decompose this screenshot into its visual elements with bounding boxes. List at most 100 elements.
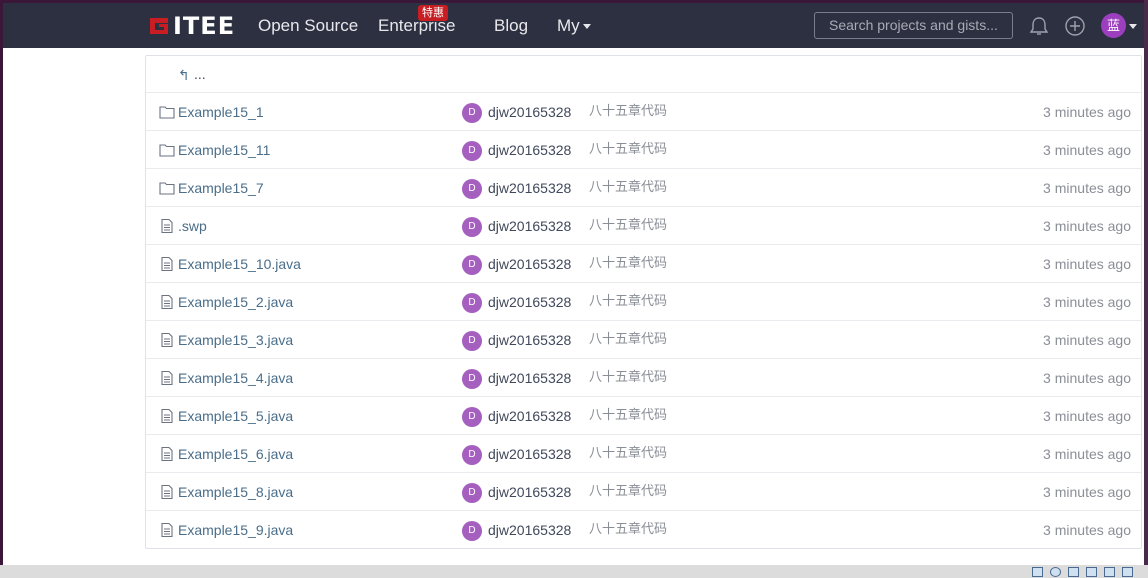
- commit-time: 3 minutes ago: [1043, 256, 1131, 272]
- file-row[interactable]: Example15_9.java Ddjw20165328 八十五章代码 3 minu…: [146, 511, 1141, 549]
- file-icon: [159, 294, 175, 310]
- commit-message[interactable]: 八十五章代码: [589, 321, 667, 359]
- file-row[interactable]: Example15_4.java Ddjw20165328 八十五章代码 3 minu…: [146, 359, 1141, 397]
- file-name-link[interactable]: Example15_7: [178, 169, 264, 207]
- commit-time: 3 minutes ago: [1043, 294, 1131, 310]
- committer-name[interactable]: djw20165328: [488, 473, 571, 511]
- committer-avatar[interactable]: D: [462, 103, 482, 123]
- committer-name[interactable]: djw20165328: [488, 283, 571, 321]
- committer-name[interactable]: djw20165328: [488, 245, 571, 283]
- file-row[interactable]: Example15_2.java Ddjw20165328 八十五章代码 3 minu…: [146, 283, 1141, 321]
- tray-icon-display[interactable]: [1122, 567, 1133, 577]
- file-row[interactable]: Example15_8.java Ddjw20165328 八十五章代码 3 minu…: [146, 473, 1141, 511]
- search-input[interactable]: Search projects and gists...: [814, 12, 1013, 39]
- commit-message[interactable]: 八十五章代码: [589, 93, 667, 131]
- bell-icon[interactable]: [1028, 15, 1050, 37]
- committer-name[interactable]: djw20165328: [488, 511, 571, 549]
- committer-name[interactable]: djw20165328: [488, 93, 571, 131]
- committer-avatar[interactable]: D: [462, 141, 482, 161]
- committer-avatar[interactable]: D: [462, 217, 482, 237]
- file-name-link[interactable]: Example15_4.java: [178, 359, 293, 397]
- commit-time: 3 minutes ago: [1043, 180, 1131, 196]
- file-name-link[interactable]: Example15_11: [178, 131, 270, 169]
- committer-name[interactable]: djw20165328: [488, 321, 571, 359]
- gitee-logo[interactable]: ITEE: [147, 12, 235, 40]
- gitee-logo-icon: [150, 18, 168, 34]
- avatar-chevron-down-icon[interactable]: [1129, 24, 1137, 29]
- committer-avatar[interactable]: D: [462, 255, 482, 275]
- committer-avatar[interactable]: D: [462, 331, 482, 351]
- committer-name[interactable]: djw20165328: [488, 397, 571, 435]
- user-avatar[interactable]: 蓝: [1101, 13, 1126, 38]
- commit-message[interactable]: 八十五章代码: [589, 245, 667, 283]
- file-row[interactable]: Example15_11 Ddjw20165328 八十五章代码 3 minutes …: [146, 131, 1141, 169]
- nav-open-source[interactable]: Open Source: [258, 3, 358, 48]
- file-name-link[interactable]: Example15_8.java: [178, 473, 293, 511]
- reply-arrow-icon: ↰: [178, 67, 190, 83]
- committer-name[interactable]: djw20165328: [488, 169, 571, 207]
- tray-icon-usb[interactable]: [1086, 567, 1097, 577]
- window-frame-right: [1144, 0, 1148, 565]
- file-name-link[interactable]: Example15_3.java: [178, 321, 293, 359]
- file-name-link[interactable]: Example15_1: [178, 93, 264, 131]
- parent-directory-row[interactable]: ↰ ...: [146, 56, 1141, 93]
- folder-icon: [159, 180, 175, 196]
- parent-directory-link[interactable]: ...: [194, 66, 206, 82]
- commit-message[interactable]: 八十五章代码: [589, 131, 667, 169]
- commit-time: 3 minutes ago: [1043, 408, 1131, 424]
- commit-message[interactable]: 八十五章代码: [589, 397, 667, 435]
- committer-name[interactable]: djw20165328: [488, 359, 571, 397]
- file-name-link[interactable]: .swp: [178, 207, 207, 245]
- plus-circle-icon[interactable]: [1064, 15, 1086, 37]
- file-row[interactable]: Example15_3.java Ddjw20165328 八十五章代码 3 minu…: [146, 321, 1141, 359]
- file-row[interactable]: Example15_5.java Ddjw20165328 八十五章代码 3 minu…: [146, 397, 1141, 435]
- commit-message[interactable]: 八十五章代码: [589, 207, 667, 245]
- file-icon: [159, 218, 175, 234]
- committer-avatar[interactable]: D: [462, 293, 482, 313]
- file-icon: [159, 256, 175, 272]
- committer-avatar[interactable]: D: [462, 369, 482, 389]
- committer-avatar[interactable]: D: [462, 521, 482, 541]
- nav-my-dropdown[interactable]: My: [557, 3, 591, 48]
- file-icon: [159, 408, 175, 424]
- commit-message[interactable]: 八十五章代码: [589, 435, 667, 473]
- file-row[interactable]: Example15_7 Ddjw20165328 八十五章代码 3 minutes a…: [146, 169, 1141, 207]
- tray-icon-disk[interactable]: [1032, 567, 1043, 577]
- file-name-link[interactable]: Example15_5.java: [178, 397, 293, 435]
- file-row[interactable]: Example15_6.java Ddjw20165328 八十五章代码 3 minu…: [146, 435, 1141, 473]
- file-name-link[interactable]: Example15_2.java: [178, 283, 293, 321]
- file-name-link[interactable]: Example15_10.java: [178, 245, 301, 283]
- file-name-link[interactable]: Example15_6.java: [178, 435, 293, 473]
- committer-avatar[interactable]: D: [462, 483, 482, 503]
- enterprise-promo-badge: 特惠: [418, 5, 448, 21]
- committer-avatar[interactable]: D: [462, 407, 482, 427]
- commit-time: 3 minutes ago: [1043, 446, 1131, 462]
- folder-icon: [159, 104, 175, 120]
- commit-message[interactable]: 八十五章代码: [589, 473, 667, 511]
- nav-blog[interactable]: Blog: [494, 3, 528, 48]
- committer-avatar[interactable]: D: [462, 179, 482, 199]
- file-icon: [159, 446, 175, 462]
- commit-time: 3 minutes ago: [1043, 522, 1131, 538]
- committer-avatar[interactable]: D: [462, 445, 482, 465]
- top-navbar: ITEE Open Source Enterprise 特惠 Blog My S…: [3, 3, 1144, 48]
- file-row[interactable]: .swp Ddjw20165328 八十五章代码 3 minutes ago: [146, 207, 1141, 245]
- nav-my-label: My: [557, 16, 580, 35]
- commit-message[interactable]: 八十五章代码: [589, 511, 667, 549]
- commit-time: 3 minutes ago: [1043, 332, 1131, 348]
- tray-icon-edit[interactable]: [1104, 567, 1115, 577]
- commit-message[interactable]: 八十五章代码: [589, 169, 667, 207]
- committer-name[interactable]: djw20165328: [488, 435, 571, 473]
- file-icon: [159, 332, 175, 348]
- tray-icon-network[interactable]: [1068, 567, 1079, 577]
- file-row[interactable]: Example15_1 Ddjw20165328 八十五章代码 3 minutes a…: [146, 93, 1141, 131]
- commit-message[interactable]: 八十五章代码: [589, 359, 667, 397]
- file-name-link[interactable]: Example15_9.java: [178, 511, 293, 549]
- committer-name[interactable]: djw20165328: [488, 207, 571, 245]
- committer-name[interactable]: djw20165328: [488, 131, 571, 169]
- commit-message[interactable]: 八十五章代码: [589, 283, 667, 321]
- tray-icon-cd[interactable]: [1050, 567, 1061, 577]
- window-status-bar: [0, 565, 1148, 578]
- file-row[interactable]: Example15_10.java Ddjw20165328 八十五章代码 3 min…: [146, 245, 1141, 283]
- file-icon: [159, 484, 175, 500]
